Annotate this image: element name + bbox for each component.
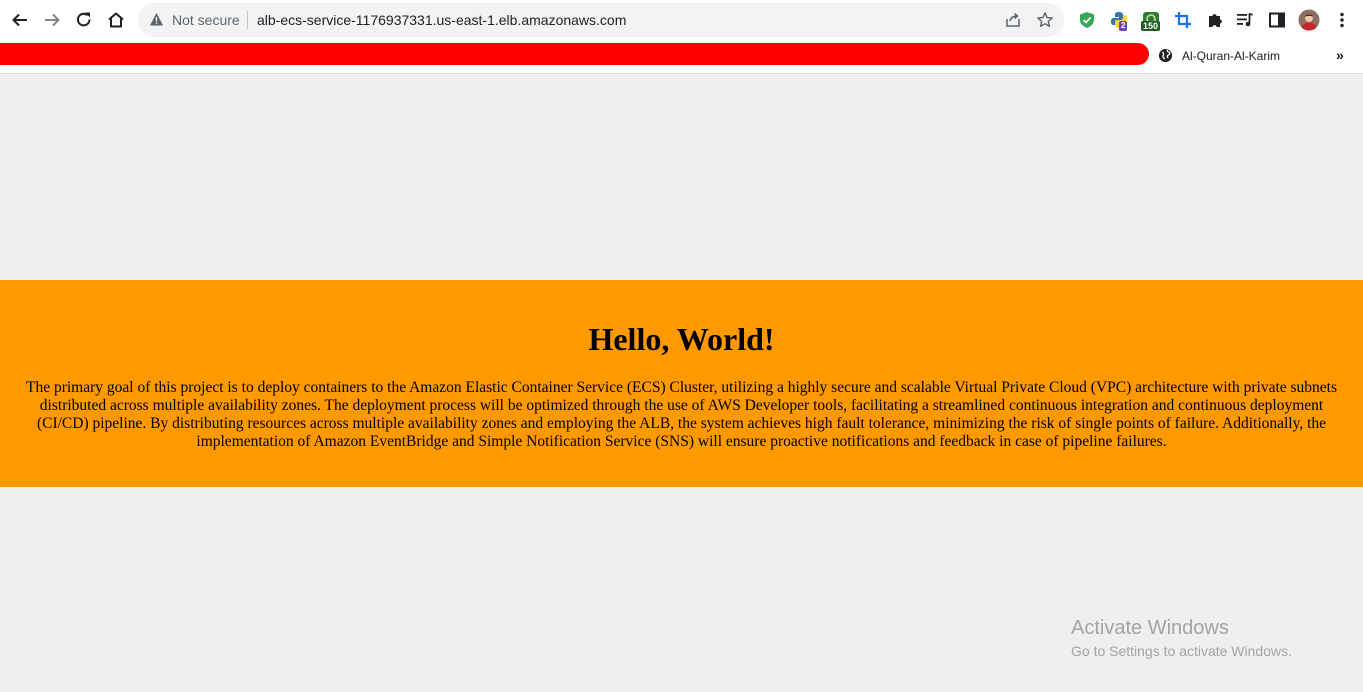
- bookmark-al-quran[interactable]: Al-Quran-Al-Karim: [1158, 48, 1280, 63]
- project-description: The primary goal of this project is to d…: [25, 379, 1338, 450]
- arrow-left-icon: [12, 13, 27, 27]
- media-control-icon[interactable]: [1234, 9, 1256, 31]
- warning-triangle-icon[interactable]: [149, 12, 164, 32]
- home-icon: [108, 12, 124, 28]
- forward-button[interactable]: [39, 7, 65, 33]
- windows-activation-watermark: Activate Windows Go to Settings to activ…: [1071, 616, 1292, 661]
- watermark-title: Activate Windows: [1071, 617, 1229, 639]
- puzzle-extensions-icon[interactable]: [1204, 9, 1226, 31]
- menu-kebab-icon[interactable]: [1331, 9, 1353, 31]
- browser-toolbar: Not secure alb-ecs-service-1176937331.us…: [0, 0, 1363, 40]
- share-icon[interactable]: [1004, 11, 1022, 34]
- profile-avatar[interactable]: [1298, 9, 1320, 31]
- hero-banner: Hello, World! The primary goal of this p…: [0, 280, 1363, 487]
- address-separator: [247, 11, 248, 29]
- bookmark-label: Al-Quran-Al-Karim: [1182, 48, 1281, 63]
- reload-icon: [76, 12, 91, 27]
- green-extension-icon[interactable]: 150: [1140, 9, 1162, 31]
- arrow-right-icon: [45, 13, 60, 27]
- python-extension-icon[interactable]: 2: [1108, 9, 1130, 31]
- url-text[interactable]: alb-ecs-service-1176937331.us-east-1.elb…: [257, 12, 626, 28]
- python-extension-badge: 2: [1119, 21, 1128, 31]
- address-bar[interactable]: Not secure alb-ecs-service-1176937331.us…: [138, 3, 1064, 37]
- page-heading: Hello, World!: [588, 321, 775, 357]
- security-status-label[interactable]: Not secure: [172, 12, 240, 28]
- home-button[interactable]: [103, 7, 129, 33]
- bookmark-star-icon[interactable]: [1036, 11, 1054, 34]
- green-extension-badge: 150: [1141, 21, 1161, 31]
- globe-icon: [1158, 48, 1173, 63]
- crop-extension-icon[interactable]: [1172, 9, 1194, 31]
- shield-extension-icon[interactable]: [1076, 9, 1098, 31]
- reload-button[interactable]: [71, 7, 97, 33]
- back-button[interactable]: [7, 7, 33, 33]
- side-panel-icon[interactable]: [1266, 9, 1288, 31]
- redacted-bookmarks: [0, 43, 1149, 65]
- bookmarks-bar: Al-Quran-Al-Karim »: [0, 40, 1363, 74]
- watermark-subtitle: Go to Settings to activate Windows.: [1071, 643, 1292, 659]
- bookmarks-overflow-chevron[interactable]: »: [1336, 47, 1344, 63]
